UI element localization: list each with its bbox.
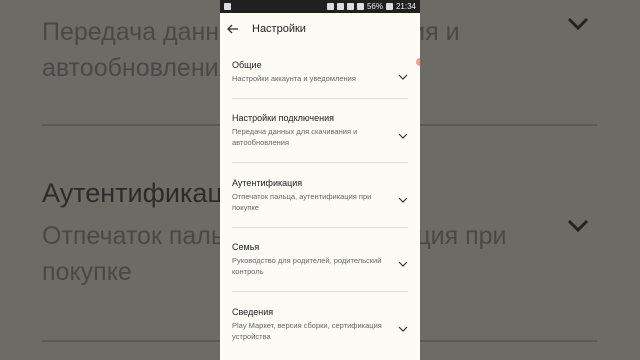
battery-level: 56% bbox=[366, 2, 383, 11]
settings-item-subtitle: Руководство для родителей, родительский … bbox=[232, 256, 382, 276]
settings-item-subtitle: Отпечаток пальца, аутентификация при пок… bbox=[232, 192, 372, 212]
divider bbox=[232, 98, 408, 99]
phone-screen: 56% 21:34 Настройки Общие Настройки акка… bbox=[220, 0, 420, 360]
settings-item-subtitle: Настройки аккаунта и уведомления bbox=[232, 74, 356, 83]
bg-chevron-down-icon bbox=[566, 16, 589, 36]
settings-item-title: Настройки подключения bbox=[232, 113, 334, 123]
scroll-indicator bbox=[416, 58, 420, 66]
back-arrow-icon[interactable] bbox=[226, 22, 240, 36]
chevron-down-icon bbox=[398, 127, 408, 139]
settings-item-connection[interactable]: Настройки подключения Передача данных дл… bbox=[232, 113, 408, 148]
video-icon bbox=[224, 3, 231, 10]
signal-icon bbox=[356, 3, 364, 10]
settings-item-authentication[interactable]: Аутентификация Отпечаток пальца, аутенти… bbox=[232, 178, 408, 213]
page-title: Настройки bbox=[252, 23, 306, 35]
settings-item-title: Аутентификация bbox=[232, 178, 303, 188]
settings-item-subtitle: Передача данных для скачивания и автообн… bbox=[232, 127, 358, 147]
settings-item-title: Сведения bbox=[232, 307, 274, 317]
divider bbox=[232, 162, 408, 163]
bg-subtitle-line: автообновления bbox=[42, 54, 233, 82]
chevron-down-icon bbox=[398, 255, 408, 267]
settings-item-family[interactable]: Семья Руководство для родителей, родител… bbox=[232, 242, 408, 277]
chevron-down-icon bbox=[398, 320, 408, 332]
bg-subtitle-line: покупке bbox=[42, 258, 132, 286]
cast-icon bbox=[326, 3, 334, 10]
clock: 21:34 bbox=[395, 2, 416, 11]
status-bar: 56% 21:34 bbox=[220, 0, 420, 13]
settings-item-title: Семья bbox=[232, 242, 260, 252]
settings-item-title: Общие bbox=[232, 60, 262, 70]
battery-icon bbox=[385, 3, 393, 10]
chevron-down-icon bbox=[398, 191, 408, 203]
divider bbox=[232, 291, 408, 292]
settings-item-subtitle: Play Маркет, версия сборки, сертификация… bbox=[232, 321, 382, 341]
settings-item-general[interactable]: Общие Настройки аккаунта и уведомления bbox=[232, 60, 408, 84]
sim-icon bbox=[346, 3, 354, 10]
divider bbox=[232, 227, 408, 228]
bg-chevron-down-icon bbox=[566, 218, 589, 238]
wifi-icon bbox=[336, 3, 344, 10]
settings-item-about[interactable]: Сведения Play Маркет, версия сборки, сер… bbox=[232, 307, 408, 342]
chevron-down-icon bbox=[398, 68, 408, 80]
app-bar: Настройки bbox=[220, 13, 420, 45]
